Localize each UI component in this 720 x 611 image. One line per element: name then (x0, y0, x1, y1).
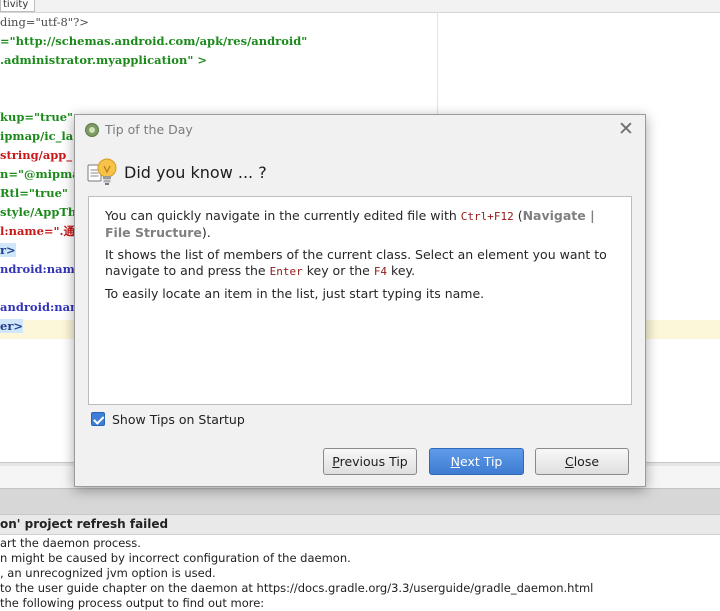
dialog-title-bar[interactable]: Tip of the Day ✕ (75, 115, 645, 145)
button-label: ext Tip (459, 454, 503, 469)
tip-text: key. (387, 263, 416, 278)
checkbox-checked-icon[interactable] (91, 412, 105, 426)
message-line: art the daemon process. (0, 536, 141, 550)
code-token: r> (0, 243, 16, 257)
close-icon[interactable]: ✕ (617, 120, 635, 139)
code-line: android:nam (0, 298, 82, 317)
tip-text: You can quickly navigate in the currentl… (105, 208, 461, 223)
tool-window-bar (0, 488, 720, 515)
code-token: kup="true" (0, 110, 74, 124)
message-line: , an unrecognized jvm option is used. (0, 566, 216, 580)
code-line: style/AppTh (0, 203, 76, 222)
tip-of-the-day-dialog: Tip of the Day ✕ Did you know ... ? You … (74, 114, 646, 487)
code-token: Rtl="true" (0, 186, 68, 200)
code-line: er> (0, 317, 24, 336)
code-line: ipmap/ic_la (0, 127, 73, 146)
did-you-know-title: Did you know ... ? (124, 163, 267, 182)
message-line: n might be caused by incorrect configura… (0, 551, 351, 565)
code-line: kup="true" (0, 108, 73, 127)
code-token: ="http://schemas.android.com/apk/res/and… (0, 34, 308, 48)
code-line: r> (0, 241, 16, 260)
next-tip-button[interactable]: Next Tip (429, 448, 524, 475)
button-label: revious Tip (339, 454, 408, 469)
tip-content: You can quickly navigate in the currentl… (88, 196, 632, 405)
code-line: string/app_ (0, 146, 72, 165)
mnemonic: C (564, 454, 574, 469)
code-token: er> (0, 319, 24, 333)
mnemonic: N (450, 454, 460, 469)
code-token: string/app_ (0, 148, 73, 162)
tip-text: ). (201, 225, 211, 240)
tip-paragraph: It shows the list of members of the curr… (105, 247, 621, 280)
code-line: ="http://schemas.android.com/apk/res/and… (0, 32, 307, 51)
keystroke: Enter (269, 265, 303, 278)
android-studio-icon (85, 123, 99, 137)
messages-header: on' project refresh failed (0, 514, 720, 535)
message-line: to the user guide chapter on the daemon … (0, 581, 594, 595)
show-tips-label[interactable]: Show Tips on Startup (112, 411, 245, 428)
code-line: .administrator.myapplication" > (0, 51, 207, 70)
message-line: the following process output to find out… (0, 596, 265, 610)
close-button[interactable]: Close (535, 448, 629, 475)
keystroke: Ctrl+F12 (460, 210, 514, 223)
tip-text: key or the (302, 263, 374, 278)
editor-tab-strip: tivity (0, 0, 720, 13)
editor-tab[interactable]: tivity (0, 0, 36, 12)
previous-tip-button[interactable]: Previous Tip (323, 448, 417, 475)
code-token: style/AppTh (0, 205, 77, 219)
code-token: .administrator.myapplication" > (0, 53, 207, 67)
code-token: ding="utf-8"?> (0, 15, 89, 29)
tip-paragraph: You can quickly navigate in the currentl… (105, 208, 621, 241)
code-token: android:nam (0, 300, 83, 314)
mnemonic: P (332, 454, 340, 469)
code-line: ding="utf-8"?> (0, 13, 89, 32)
code-token: ipmap/ic_la (0, 129, 74, 143)
dialog-title: Tip of the Day (105, 122, 193, 137)
tip-text: ( (513, 208, 523, 223)
keystroke: F4 (373, 265, 388, 278)
tip-paragraph: To easily locate an item in the list, ju… (105, 286, 485, 301)
button-label: lose (573, 454, 600, 469)
lightbulb-icon (87, 158, 117, 185)
code-line: Rtl="true" (0, 184, 68, 203)
